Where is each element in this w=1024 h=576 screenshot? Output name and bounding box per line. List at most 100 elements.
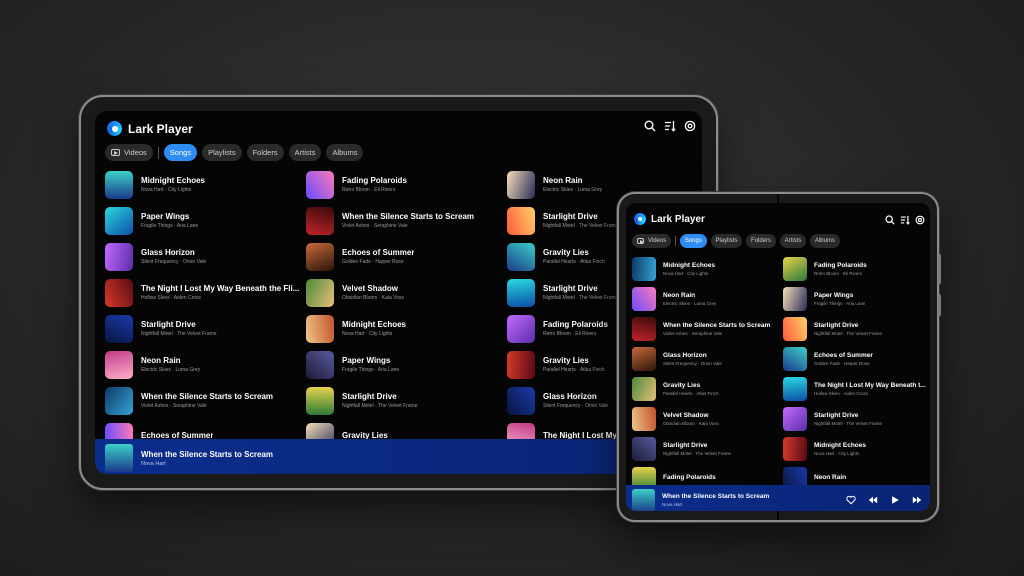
list-item[interactable]: Starlight Drive Nightfall Motel · The Vel… — [783, 406, 930, 431]
tab-folders[interactable]: Folders — [746, 234, 776, 248]
list-item[interactable]: Gravity Lies Parallel Hearts · Atlas Finc… — [632, 376, 783, 401]
song-meta: Midnight Echoes Nova Hart · City Lights — [141, 176, 205, 193]
song-meta: Fading Polaroids Retro Bloom · Eli Rivers — [342, 176, 407, 193]
list-item[interactable]: Paper Wings Fragile Things · Aria Lane — [105, 206, 305, 235]
list-item[interactable]: Velvet Shadow Obsidian Bloom · Kaia Voss — [306, 278, 506, 307]
song-title: Echoes of Summer — [814, 351, 873, 359]
song-meta: Starlight Drive Nightfall Motel · The Vel… — [814, 322, 882, 336]
volume-button — [938, 254, 941, 284]
song-title: Fading Polaroids — [814, 261, 867, 269]
song-meta: Gravity Lies Parallel Hearts · Atlas Finc… — [543, 248, 605, 265]
list-item[interactable]: Fading Polaroids Retro Bloom · Eli Rivers — [783, 256, 930, 281]
list-item[interactable]: Starlight Drive Nightfall Motel · The Vel… — [783, 316, 930, 341]
album-art — [306, 314, 334, 343]
list-item[interactable]: Neon Rain Electric Skies · Luma Grey — [632, 286, 783, 311]
song-grid: Midnight Echoes Nova Hart · City Lights Fa… — [105, 170, 702, 451]
album-art — [783, 286, 807, 311]
list-item[interactable]: Echoes of Summer Golden Fade · Harper Ros… — [306, 242, 506, 271]
search-icon[interactable] — [884, 214, 895, 225]
tab-albums[interactable]: Albums — [326, 144, 364, 161]
list-item[interactable]: When the Silence Starts to Scream Violet … — [306, 206, 506, 235]
album-art — [507, 206, 535, 235]
song-subtitle: Nightfall Motel · The Velvet Frame — [814, 330, 882, 336]
tab-videos[interactable]: Videos — [105, 144, 153, 161]
song-title: Gravity Lies — [543, 248, 589, 257]
next-icon[interactable] — [912, 495, 922, 505]
tab-divider — [157, 146, 159, 159]
tab-folders[interactable]: Folders — [246, 144, 284, 161]
tab-label: Albums — [814, 237, 835, 244]
video-icon — [636, 238, 644, 244]
tab-artists[interactable]: Artists — [779, 234, 807, 248]
album-art — [783, 346, 807, 371]
list-item[interactable]: Paper Wings Fragile Things · Aria Lane — [306, 350, 506, 379]
tab-playlists[interactable]: Playlists — [202, 144, 242, 161]
list-item[interactable]: When the Silence Starts to Scream Violet … — [105, 386, 305, 415]
list-item[interactable]: Velvet Shadow Obsidian Bloom · Kaia Voss — [632, 406, 783, 431]
list-item[interactable]: Neon Rain Electric Skies · Luma Grey — [105, 350, 305, 379]
album-art — [783, 316, 807, 341]
tab-label: Folders — [751, 237, 772, 244]
song-title: Neon Rain — [663, 291, 696, 299]
song-meta: Midnight Echoes Nova Hart · City Lights — [342, 320, 406, 337]
now-playing-bar[interactable]: When the Silence Starts to Scream Nova Ha… — [626, 485, 930, 511]
list-item[interactable]: Echoes of Summer Golden Fade · Harper Ros… — [783, 346, 930, 371]
list-item[interactable]: Midnight Echoes Nova Hart · City Lights — [783, 436, 930, 461]
song-meta: Fading Polaroids Retro Bloom · Eli Rivers — [814, 262, 867, 276]
list-item[interactable]: Glass Horizon Silent Frequency · Orion Va… — [632, 346, 783, 371]
album-art — [507, 386, 535, 415]
album-art — [783, 436, 807, 461]
song-meta: When the Silence Starts to Scream Violet … — [342, 212, 474, 229]
list-item[interactable]: Paper Wings Fragile Things · Aria Lane — [783, 286, 930, 311]
previous-icon[interactable] — [868, 495, 878, 505]
song-meta: Glass Horizon Silent Frequency · Orion Va… — [141, 248, 206, 265]
list-item[interactable]: When the Silence Starts to Scream Violet … — [632, 316, 783, 341]
song-subtitle: Nightfall Motel · The Velvet Frame — [663, 450, 731, 456]
search-icon[interactable] — [643, 119, 657, 133]
tab-label: Videos — [647, 237, 667, 244]
album-art — [105, 170, 133, 199]
list-item[interactable]: Midnight Echoes Nova Hart · City Lights — [105, 170, 305, 199]
tab-artists[interactable]: Artists — [288, 144, 322, 161]
song-subtitle: Nightfall Motel · The Velvet Frame — [814, 420, 882, 426]
list-item[interactable]: Midnight Echoes Nova Hart · City Lights — [306, 314, 506, 343]
tab-albums[interactable]: Albums — [810, 234, 840, 248]
tab-label: Songs — [169, 148, 192, 157]
tab-songs[interactable]: Songs — [680, 234, 707, 248]
song-title: When the Silence Starts to Scream — [141, 392, 274, 401]
song-title: Paper Wings — [342, 356, 391, 365]
list-item[interactable]: Starlight Drive Nightfall Motel · The Vel… — [105, 314, 305, 343]
list-item[interactable]: Starlight Drive Nightfall Motel · The Vel… — [306, 386, 506, 415]
settings-icon[interactable] — [914, 214, 925, 225]
song-title: Glass Horizon — [663, 351, 707, 359]
list-item[interactable]: The Night I Lost My Way Beneath the Fli.… — [105, 278, 305, 307]
tablet-screen: Lark Player Videos Songs Playlists Folders A… — [95, 111, 702, 474]
tab-songs[interactable]: Songs — [163, 144, 198, 161]
heart-icon[interactable] — [846, 495, 856, 505]
song-subtitle: Fragile Things · Aria Lane — [814, 300, 866, 306]
tab-label: Albums — [332, 148, 358, 157]
list-item[interactable]: Midnight Echoes Nova Hart · City Lights — [632, 256, 783, 281]
song-meta: Echoes of Summer Golden Fade · Harper Ros… — [814, 352, 873, 366]
play-icon[interactable] — [890, 495, 900, 505]
song-subtitle: Nightfall Motel · The Velvet Frame — [543, 295, 619, 301]
tab-playlists[interactable]: Playlists — [710, 234, 743, 248]
sort-icon[interactable] — [899, 214, 910, 225]
album-art — [105, 242, 133, 271]
album-art — [507, 170, 535, 199]
tab-label: Videos — [124, 148, 147, 157]
song-meta: When the Silence Starts to Scream Violet … — [663, 322, 770, 336]
settings-icon[interactable] — [683, 119, 697, 133]
list-item[interactable]: The Night I Lost My Way Beneath t... Holl… — [783, 376, 930, 401]
tab-videos[interactable]: Videos — [632, 234, 672, 248]
now-playing-bar[interactable]: When the Silence Starts to Scream Nova Ha… — [95, 439, 702, 474]
tab-label: Artists — [784, 237, 802, 244]
list-item[interactable]: Starlight Drive Nightfall Motel · The Vel… — [632, 436, 783, 461]
song-meta: Velvet Shadow Obsidian Bloom · Kaia Voss — [663, 412, 719, 426]
song-meta: Paper Wings Fragile Things · Aria Lane — [342, 356, 399, 373]
now-playing-meta: When the Silence Starts to Scream Nova Ha… — [141, 450, 273, 467]
sort-icon[interactable] — [663, 119, 677, 133]
album-art — [306, 242, 334, 271]
list-item[interactable]: Glass Horizon Silent Frequency · Orion Va… — [105, 242, 305, 271]
list-item[interactable]: Fading Polaroids Retro Bloom · Eli Rivers — [306, 170, 506, 199]
